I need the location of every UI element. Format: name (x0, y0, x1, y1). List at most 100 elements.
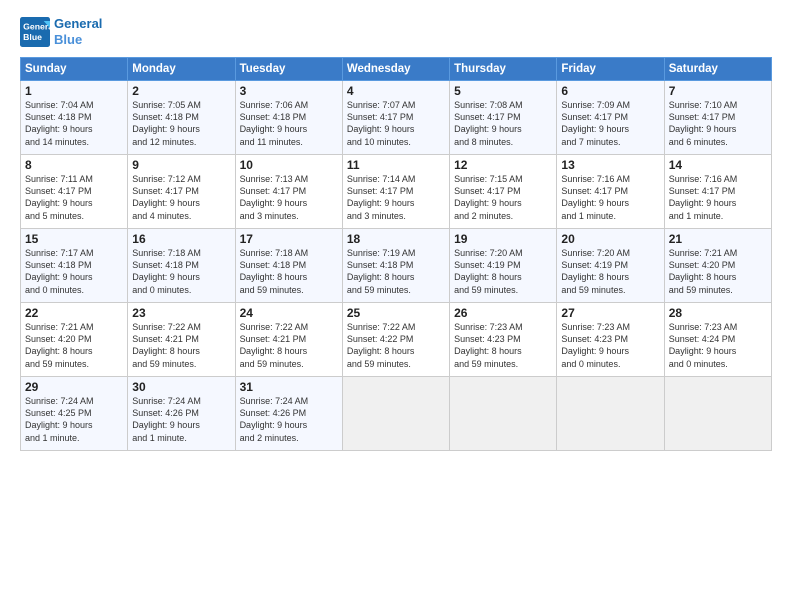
logo-text: General Blue (54, 16, 102, 47)
cell-details: Sunrise: 7:22 AMSunset: 4:21 PMDaylight:… (240, 321, 338, 370)
calendar-table: SundayMondayTuesdayWednesdayThursdayFrid… (20, 57, 772, 451)
day-number: 12 (454, 158, 552, 172)
cell-details: Sunrise: 7:16 AMSunset: 4:17 PMDaylight:… (669, 173, 767, 222)
cell-details: Sunrise: 7:20 AMSunset: 4:19 PMDaylight:… (454, 247, 552, 296)
day-number: 6 (561, 84, 659, 98)
day-number: 22 (25, 306, 123, 320)
cell-details: Sunrise: 7:20 AMSunset: 4:19 PMDaylight:… (561, 247, 659, 296)
day-number: 20 (561, 232, 659, 246)
cell-details: Sunrise: 7:23 AMSunset: 4:24 PMDaylight:… (669, 321, 767, 370)
calendar-cell (342, 377, 449, 451)
week-row-4: 22Sunrise: 7:21 AMSunset: 4:20 PMDayligh… (21, 303, 772, 377)
cell-details: Sunrise: 7:13 AMSunset: 4:17 PMDaylight:… (240, 173, 338, 222)
logo: General Blue General Blue (20, 16, 102, 47)
day-number: 30 (132, 380, 230, 394)
cell-details: Sunrise: 7:07 AMSunset: 4:17 PMDaylight:… (347, 99, 445, 148)
calendar-cell: 3Sunrise: 7:06 AMSunset: 4:18 PMDaylight… (235, 81, 342, 155)
header-cell-saturday: Saturday (664, 58, 771, 81)
calendar-cell (450, 377, 557, 451)
calendar-cell: 1Sunrise: 7:04 AMSunset: 4:18 PMDaylight… (21, 81, 128, 155)
cell-details: Sunrise: 7:18 AMSunset: 4:18 PMDaylight:… (132, 247, 230, 296)
calendar-cell: 30Sunrise: 7:24 AMSunset: 4:26 PMDayligh… (128, 377, 235, 451)
calendar-cell: 13Sunrise: 7:16 AMSunset: 4:17 PMDayligh… (557, 155, 664, 229)
day-number: 3 (240, 84, 338, 98)
cell-details: Sunrise: 7:10 AMSunset: 4:17 PMDaylight:… (669, 99, 767, 148)
calendar-cell: 28Sunrise: 7:23 AMSunset: 4:24 PMDayligh… (664, 303, 771, 377)
cell-details: Sunrise: 7:15 AMSunset: 4:17 PMDaylight:… (454, 173, 552, 222)
day-number: 25 (347, 306, 445, 320)
day-number: 26 (454, 306, 552, 320)
calendar-cell: 18Sunrise: 7:19 AMSunset: 4:18 PMDayligh… (342, 229, 449, 303)
day-number: 9 (132, 158, 230, 172)
day-number: 14 (669, 158, 767, 172)
week-row-2: 8Sunrise: 7:11 AMSunset: 4:17 PMDaylight… (21, 155, 772, 229)
cell-details: Sunrise: 7:23 AMSunset: 4:23 PMDaylight:… (561, 321, 659, 370)
cell-details: Sunrise: 7:24 AMSunset: 4:26 PMDaylight:… (240, 395, 338, 444)
calendar-cell: 25Sunrise: 7:22 AMSunset: 4:22 PMDayligh… (342, 303, 449, 377)
day-number: 2 (132, 84, 230, 98)
day-number: 24 (240, 306, 338, 320)
day-number: 7 (669, 84, 767, 98)
calendar-cell: 22Sunrise: 7:21 AMSunset: 4:20 PMDayligh… (21, 303, 128, 377)
calendar-cell: 6Sunrise: 7:09 AMSunset: 4:17 PMDaylight… (557, 81, 664, 155)
header-cell-thursday: Thursday (450, 58, 557, 81)
calendar-cell: 27Sunrise: 7:23 AMSunset: 4:23 PMDayligh… (557, 303, 664, 377)
day-number: 19 (454, 232, 552, 246)
week-row-5: 29Sunrise: 7:24 AMSunset: 4:25 PMDayligh… (21, 377, 772, 451)
day-number: 23 (132, 306, 230, 320)
calendar-cell: 21Sunrise: 7:21 AMSunset: 4:20 PMDayligh… (664, 229, 771, 303)
day-number: 16 (132, 232, 230, 246)
header-cell-tuesday: Tuesday (235, 58, 342, 81)
calendar-cell: 10Sunrise: 7:13 AMSunset: 4:17 PMDayligh… (235, 155, 342, 229)
calendar-cell: 16Sunrise: 7:18 AMSunset: 4:18 PMDayligh… (128, 229, 235, 303)
day-number: 27 (561, 306, 659, 320)
day-number: 29 (25, 380, 123, 394)
cell-details: Sunrise: 7:21 AMSunset: 4:20 PMDaylight:… (669, 247, 767, 296)
page: General Blue General Blue SundayMondayTu… (0, 0, 792, 461)
cell-details: Sunrise: 7:24 AMSunset: 4:26 PMDaylight:… (132, 395, 230, 444)
day-number: 5 (454, 84, 552, 98)
day-number: 28 (669, 306, 767, 320)
calendar-cell: 24Sunrise: 7:22 AMSunset: 4:21 PMDayligh… (235, 303, 342, 377)
header-cell-wednesday: Wednesday (342, 58, 449, 81)
calendar-cell: 23Sunrise: 7:22 AMSunset: 4:21 PMDayligh… (128, 303, 235, 377)
cell-details: Sunrise: 7:18 AMSunset: 4:18 PMDaylight:… (240, 247, 338, 296)
cell-details: Sunrise: 7:21 AMSunset: 4:20 PMDaylight:… (25, 321, 123, 370)
cell-details: Sunrise: 7:16 AMSunset: 4:17 PMDaylight:… (561, 173, 659, 222)
calendar-cell: 5Sunrise: 7:08 AMSunset: 4:17 PMDaylight… (450, 81, 557, 155)
cell-details: Sunrise: 7:22 AMSunset: 4:21 PMDaylight:… (132, 321, 230, 370)
cell-details: Sunrise: 7:22 AMSunset: 4:22 PMDaylight:… (347, 321, 445, 370)
day-number: 31 (240, 380, 338, 394)
day-number: 17 (240, 232, 338, 246)
cell-details: Sunrise: 7:24 AMSunset: 4:25 PMDaylight:… (25, 395, 123, 444)
calendar-cell: 9Sunrise: 7:12 AMSunset: 4:17 PMDaylight… (128, 155, 235, 229)
cell-details: Sunrise: 7:14 AMSunset: 4:17 PMDaylight:… (347, 173, 445, 222)
header-cell-friday: Friday (557, 58, 664, 81)
calendar-cell (664, 377, 771, 451)
svg-text:Blue: Blue (23, 31, 42, 41)
day-number: 21 (669, 232, 767, 246)
calendar-cell: 4Sunrise: 7:07 AMSunset: 4:17 PMDaylight… (342, 81, 449, 155)
header-cell-monday: Monday (128, 58, 235, 81)
cell-details: Sunrise: 7:17 AMSunset: 4:18 PMDaylight:… (25, 247, 123, 296)
day-number: 1 (25, 84, 123, 98)
week-row-3: 15Sunrise: 7:17 AMSunset: 4:18 PMDayligh… (21, 229, 772, 303)
calendar-cell (557, 377, 664, 451)
day-number: 11 (347, 158, 445, 172)
cell-details: Sunrise: 7:19 AMSunset: 4:18 PMDaylight:… (347, 247, 445, 296)
calendar-cell: 14Sunrise: 7:16 AMSunset: 4:17 PMDayligh… (664, 155, 771, 229)
calendar-cell: 15Sunrise: 7:17 AMSunset: 4:18 PMDayligh… (21, 229, 128, 303)
cell-details: Sunrise: 7:12 AMSunset: 4:17 PMDaylight:… (132, 173, 230, 222)
header-cell-sunday: Sunday (21, 58, 128, 81)
calendar-cell: 12Sunrise: 7:15 AMSunset: 4:17 PMDayligh… (450, 155, 557, 229)
logo-icon: General Blue (20, 17, 50, 47)
cell-details: Sunrise: 7:05 AMSunset: 4:18 PMDaylight:… (132, 99, 230, 148)
calendar-cell: 2Sunrise: 7:05 AMSunset: 4:18 PMDaylight… (128, 81, 235, 155)
cell-details: Sunrise: 7:23 AMSunset: 4:23 PMDaylight:… (454, 321, 552, 370)
cell-details: Sunrise: 7:11 AMSunset: 4:17 PMDaylight:… (25, 173, 123, 222)
day-number: 13 (561, 158, 659, 172)
day-number: 15 (25, 232, 123, 246)
calendar-cell: 8Sunrise: 7:11 AMSunset: 4:17 PMDaylight… (21, 155, 128, 229)
cell-details: Sunrise: 7:09 AMSunset: 4:17 PMDaylight:… (561, 99, 659, 148)
header: General Blue General Blue (20, 16, 772, 47)
